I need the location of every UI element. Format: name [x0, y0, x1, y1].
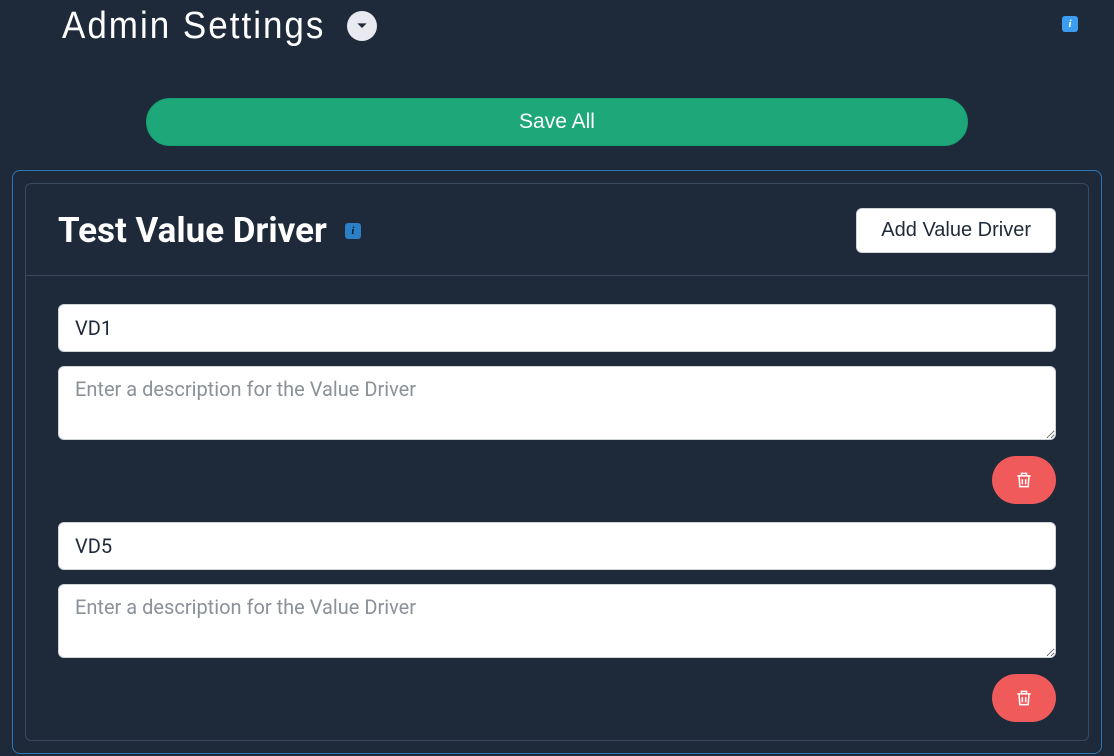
- value-driver-name-input[interactable]: [58, 304, 1056, 352]
- card-inner: Test Value Driver i Add Value Driver: [25, 183, 1089, 741]
- card-title: Test Value Driver: [58, 210, 327, 251]
- value-driver-block: [58, 522, 1056, 722]
- add-value-driver-button[interactable]: Add Value Driver: [856, 208, 1056, 253]
- value-driver-card: Test Value Driver i Add Value Driver: [12, 170, 1102, 754]
- delete-row: [58, 674, 1056, 722]
- trash-icon: [1014, 468, 1034, 492]
- header-dropdown-toggle[interactable]: [347, 11, 377, 41]
- card-info-icon[interactable]: i: [345, 223, 361, 239]
- value-driver-description-input[interactable]: [58, 584, 1056, 658]
- trash-icon: [1014, 686, 1034, 710]
- delete-value-driver-button[interactable]: [992, 456, 1056, 504]
- top-info-icon[interactable]: i: [1062, 16, 1078, 32]
- value-driver-name-input[interactable]: [58, 522, 1056, 570]
- delete-value-driver-button[interactable]: [992, 674, 1056, 722]
- save-all-wrapper: Save All: [0, 98, 1114, 146]
- card-header: Test Value Driver i Add Value Driver: [26, 184, 1088, 276]
- chevron-down-icon: [354, 18, 370, 34]
- save-all-button[interactable]: Save All: [146, 98, 968, 146]
- card-body: [26, 276, 1088, 722]
- page-header: Admin Settings: [0, 0, 1114, 46]
- value-driver-block: [58, 304, 1056, 504]
- delete-row: [58, 456, 1056, 504]
- page-title: Admin Settings: [62, 4, 325, 47]
- card-header-left: Test Value Driver i: [58, 210, 361, 251]
- info-icon: i: [1062, 16, 1078, 32]
- value-driver-description-input[interactable]: [58, 366, 1056, 440]
